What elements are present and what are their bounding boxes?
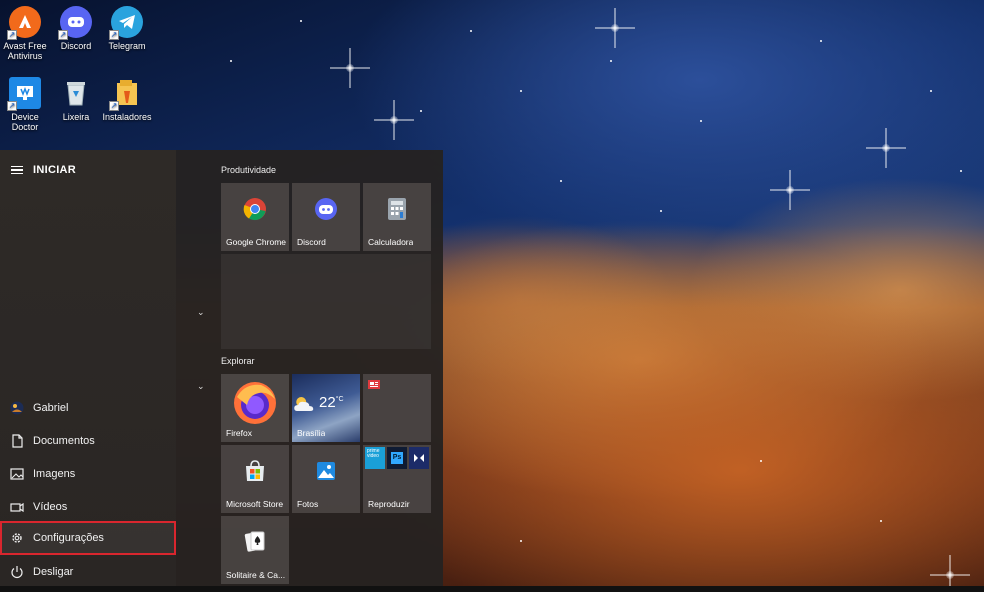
firefox-icon bbox=[231, 379, 279, 429]
tile-firefox[interactable]: Firefox bbox=[221, 374, 289, 442]
nav-item-documentos[interactable]: Documentos bbox=[0, 424, 176, 457]
tile-news[interactable] bbox=[363, 374, 431, 442]
desktop-icon-label: Instaladores bbox=[102, 112, 152, 122]
tile-discord[interactable]: Discord bbox=[292, 183, 360, 251]
nav-item-configuracoes[interactable]: Configurações bbox=[0, 521, 176, 555]
start-menu: INICIAR Gabriel Documentos Imagens Vídeo… bbox=[0, 150, 443, 592]
chevron-down-icon[interactable]: ⌄ bbox=[197, 308, 205, 317]
nav-item-label: Documentos bbox=[33, 434, 95, 447]
desktop-icon-telegram[interactable]: ↗ Telegram bbox=[99, 2, 155, 51]
tile-label: Brasília bbox=[297, 428, 326, 438]
nav-item-desligar[interactable]: Desligar bbox=[0, 555, 176, 588]
tile-label: Reproduzir bbox=[368, 499, 410, 509]
desktop-icon-avast[interactable]: ↗ Avast Free Antivirus bbox=[0, 2, 53, 61]
nav-item-label: Vídeos bbox=[33, 500, 68, 513]
taskbar bbox=[0, 586, 984, 592]
empty-tile-area bbox=[221, 254, 431, 349]
user-avatar-icon bbox=[10, 401, 24, 415]
play-folder-icon: prime video Ps bbox=[365, 447, 429, 469]
nav-item-label: Configurações bbox=[33, 532, 104, 544]
discord-icon bbox=[314, 197, 338, 223]
desktop-icon-instaladores[interactable]: ↗ Instaladores bbox=[99, 73, 155, 122]
tile-label: Firefox bbox=[226, 428, 252, 438]
chevron-down-icon[interactable]: ⌄ bbox=[197, 382, 205, 391]
group-label-produtividade: Produtividade bbox=[221, 165, 277, 175]
tile-calculadora[interactable]: Calculadora bbox=[363, 183, 431, 251]
document-icon bbox=[10, 433, 24, 448]
tile-google-chrome[interactable]: Google Chrome bbox=[221, 183, 289, 251]
weather-icon: 22 °C bbox=[292, 393, 344, 413]
recycle-bin-icon bbox=[60, 77, 92, 109]
weather-temperature: 22 bbox=[319, 393, 336, 411]
start-menu-header: INICIAR bbox=[0, 158, 176, 182]
solitaire-icon bbox=[244, 530, 266, 556]
photos-icon bbox=[316, 461, 336, 483]
tile-label: Google Chrome bbox=[226, 237, 287, 247]
desktop-icon-label: Discord bbox=[60, 41, 92, 51]
news-icon bbox=[368, 380, 380, 391]
start-menu-title: INICIAR bbox=[33, 164, 77, 176]
desktop-icon-label: Device Doctor bbox=[11, 112, 39, 132]
tile-label: Microsoft Store bbox=[226, 499, 284, 509]
tile-fotos[interactable]: Fotos bbox=[292, 445, 360, 513]
tile-reproduzir[interactable]: prime video Ps Reproduzir bbox=[363, 445, 431, 513]
hamburger-menu-icon[interactable] bbox=[11, 165, 23, 175]
start-menu-sidebar: INICIAR Gabriel Documentos Imagens Vídeo… bbox=[0, 150, 176, 592]
desktop-icon-discord[interactable]: ↗ Discord bbox=[48, 2, 104, 51]
tile-microsoft-store[interactable]: Microsoft Store bbox=[221, 445, 289, 513]
tile-label: Solitaire & Ca... bbox=[226, 570, 286, 580]
nav-item-user[interactable]: Gabriel bbox=[0, 391, 176, 424]
video-icon bbox=[10, 500, 24, 514]
tile-label: Discord bbox=[297, 237, 326, 247]
desktop-icon-label: Telegram bbox=[108, 41, 146, 51]
desktop-icon-label: Lixeira bbox=[62, 112, 90, 122]
nav-item-label: Imagens bbox=[33, 467, 76, 480]
store-icon bbox=[244, 460, 266, 484]
tile-label: Calculadora bbox=[368, 237, 414, 247]
power-icon bbox=[10, 565, 24, 579]
nav-item-imagens[interactable]: Imagens bbox=[0, 457, 176, 490]
tile-weather[interactable]: 22 °C Brasília bbox=[292, 374, 360, 442]
nav-item-videos[interactable]: Vídeos bbox=[0, 490, 176, 523]
tiles-area: ⌄ ⌄ Produtividade Google Chrome Discord … bbox=[176, 150, 443, 592]
gear-icon bbox=[10, 531, 24, 545]
discord-icon: ↗ bbox=[58, 6, 92, 40]
avast-icon: ↗ bbox=[7, 6, 41, 40]
weather-unit: °C bbox=[335, 395, 344, 403]
desktop-icon-recycle-bin[interactable]: Lixeira bbox=[48, 73, 104, 122]
group-label-explorar: Explorar bbox=[221, 356, 255, 366]
image-icon bbox=[10, 467, 24, 481]
nav-item-label: Gabriel bbox=[33, 401, 69, 414]
nav-item-label: Desligar bbox=[33, 565, 74, 578]
folder-icon: ↗ bbox=[109, 77, 143, 111]
tile-label: Fotos bbox=[297, 499, 319, 509]
chrome-icon bbox=[243, 197, 267, 223]
desktop-icon-label: Avast Free Antivirus bbox=[3, 41, 47, 61]
calculator-icon bbox=[387, 197, 407, 223]
telegram-icon: ↗ bbox=[109, 6, 143, 40]
desktop-icon-device-doctor[interactable]: ↗ Device Doctor bbox=[0, 73, 53, 132]
device-doctor-icon: ↗ bbox=[7, 77, 41, 111]
tile-solitaire[interactable]: Solitaire & Ca... bbox=[221, 516, 289, 584]
